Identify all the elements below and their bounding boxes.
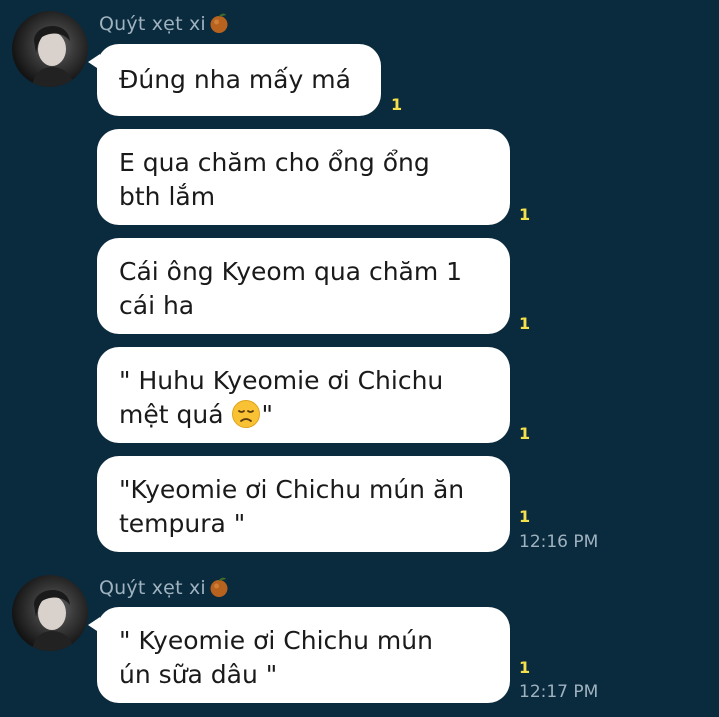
unread-count: 1 bbox=[519, 507, 531, 526]
unread-count: 1 bbox=[519, 205, 531, 224]
message-text: " Kyeomie ơi Chichu mún bbox=[119, 626, 433, 655]
message-timestamp: 12:17 PM bbox=[519, 682, 599, 702]
message-bubble[interactable]: "Kyeomie ơi Chichu mún ăn tempura " bbox=[97, 456, 510, 552]
tangerine-icon bbox=[208, 576, 230, 598]
message-text: bth lắm bbox=[119, 182, 216, 211]
tangerine-icon bbox=[208, 12, 230, 34]
sender-name: Quýt xẹt xi bbox=[99, 576, 230, 599]
message-text: mệt quá bbox=[119, 400, 224, 429]
message-bubble[interactable]: Đúng nha mấy má bbox=[88, 44, 381, 116]
message-bubble[interactable]: E qua chăm cho ổng ổng bth lắm bbox=[97, 129, 510, 225]
unread-count: 1 bbox=[519, 424, 531, 443]
message-text: " bbox=[261, 400, 273, 429]
message-bubble[interactable]: " Huhu Kyeomie ơi Chichu mệt quá " bbox=[97, 347, 510, 443]
sender-name: Quýt xẹt xi bbox=[99, 12, 230, 35]
message-timestamp: 12:16 PM bbox=[519, 532, 599, 552]
message-text: "Kyeomie ơi Chichu mún ăn bbox=[119, 475, 465, 504]
unread-count: 1 bbox=[519, 314, 531, 333]
message-bubble[interactable]: " Kyeomie ơi Chichu mún ún sữa dâu " bbox=[88, 607, 510, 703]
message-text: Đúng nha mấy má bbox=[119, 65, 351, 94]
message-text: tempura " bbox=[119, 509, 246, 538]
sender-avatar[interactable] bbox=[12, 11, 88, 87]
sender-avatar[interactable] bbox=[12, 575, 88, 651]
message-bubble[interactable]: Cái ông Kyeom qua chăm 1 cái ha bbox=[97, 238, 510, 334]
message-text: E qua chăm cho ổng ổng bbox=[119, 148, 430, 177]
disappointed-face-icon bbox=[231, 399, 261, 429]
unread-count: 1 bbox=[391, 95, 403, 114]
message-text: " Huhu Kyeomie ơi Chichu bbox=[119, 366, 444, 395]
message-text: ún sữa dâu " bbox=[119, 660, 278, 689]
message-text: cái ha bbox=[119, 291, 195, 320]
message-text: Cái ông Kyeom qua chăm 1 bbox=[119, 257, 463, 286]
unread-count: 1 bbox=[519, 658, 531, 677]
